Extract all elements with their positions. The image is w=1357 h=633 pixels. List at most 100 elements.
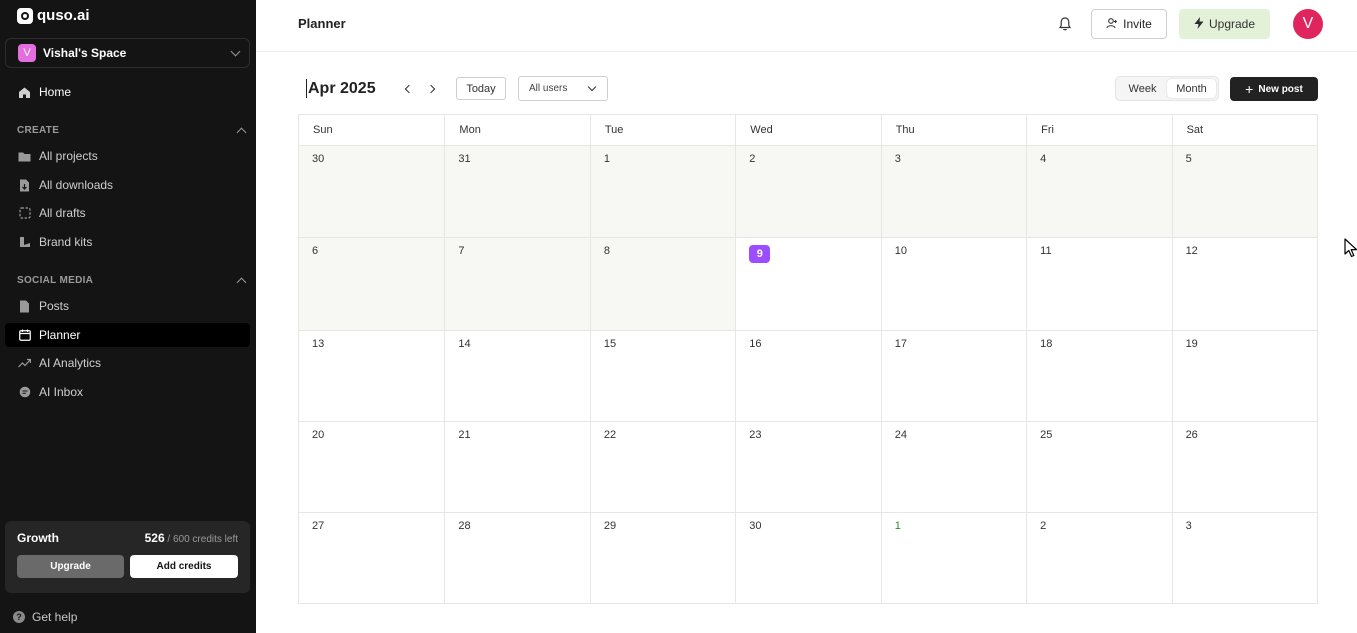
get-help-link[interactable]: ? Get help — [13, 610, 77, 624]
section-create[interactable]: CREATE — [17, 125, 247, 137]
brand-logo[interactable]: quso.ai — [17, 7, 90, 24]
sidebar-item-planner[interactable]: Planner — [5, 323, 250, 347]
day-number: 7 — [458, 245, 465, 257]
day-number: 28 — [458, 520, 471, 532]
weekday-label: Wed — [735, 115, 880, 145]
calendar-day-cell[interactable]: 20 — [299, 422, 444, 512]
calendar-day-cell[interactable]: 7 — [444, 238, 590, 330]
plan-upgrade-button[interactable]: Upgrade — [17, 555, 124, 578]
calendar-day-cell[interactable]: 1 — [880, 513, 1026, 603]
day-number: 18 — [1040, 338, 1053, 350]
calendar-day-cell[interactable]: 19 — [1171, 331, 1317, 421]
chevron-up-icon — [236, 277, 247, 287]
calendar-day-cell[interactable]: 16 — [735, 331, 880, 421]
calendar-day-cell[interactable]: 11 — [1026, 238, 1171, 330]
day-number: 1 — [603, 153, 610, 165]
new-post-button[interactable]: + New post — [1230, 77, 1318, 101]
calendar-day-cell[interactable]: 2 — [735, 146, 881, 237]
prev-month-button[interactable] — [401, 82, 415, 96]
current-month-label: Apr 2025 — [306, 79, 376, 98]
user-avatar[interactable]: V — [1293, 9, 1323, 39]
day-number: 5 — [1185, 153, 1192, 165]
calendar-day-cell[interactable]: 18 — [1026, 331, 1171, 421]
next-month-button[interactable] — [425, 82, 439, 96]
calendar-day-cell[interactable]: 5 — [1171, 146, 1317, 237]
calendar-week-row: 20 21 22 23 24 25 26 — [299, 422, 1317, 513]
chevron-down-icon — [230, 46, 241, 57]
sidebar-item-all-projects[interactable]: All projects — [5, 144, 250, 168]
calendar-day-cell[interactable]: 2 — [1026, 513, 1171, 603]
users-select[interactable]: All users — [518, 76, 608, 101]
calendar-day-cell[interactable]: 12 — [1171, 238, 1317, 330]
day-number: 6 — [312, 245, 319, 257]
section-label: SOCIAL MEDIA — [17, 275, 94, 286]
view-month-option[interactable]: Month — [1167, 79, 1216, 98]
sidebar-item-all-downloads[interactable]: All downloads — [5, 173, 250, 197]
sidebar-item-brand-kits[interactable]: Brand kits — [5, 230, 250, 254]
day-number: 3 — [1185, 520, 1192, 532]
calendar-day-cell[interactable]: 3 — [880, 146, 1027, 237]
calendar-day-cell[interactable]: 21 — [444, 422, 589, 512]
calendar-day-cell[interactable]: 14 — [444, 331, 589, 421]
day-number: 3 — [894, 153, 901, 165]
calendar-day-cell-today[interactable]: 9 — [735, 238, 880, 330]
day-number: 10 — [894, 245, 907, 257]
month-calendar: Sun Mon Tue Wed Thu Fri Sat 30 31 1 2 3 … — [298, 114, 1318, 604]
invite-label: Invite — [1123, 17, 1152, 31]
calendar-day-cell[interactable]: 6 — [299, 238, 445, 330]
calendar-day-cell[interactable]: 15 — [589, 331, 735, 421]
calendar-day-cell[interactable]: 8 — [589, 238, 736, 330]
calendar-day-cell[interactable]: 30 — [735, 513, 880, 603]
day-number: 27 — [312, 520, 325, 532]
sidebar-item-label: Planner — [39, 328, 81, 342]
chevron-up-icon — [236, 127, 247, 137]
day-number: 2 — [749, 153, 756, 165]
calendar-day-cell[interactable]: 24 — [880, 422, 1026, 512]
section-social-media[interactable]: SOCIAL MEDIA — [17, 275, 247, 287]
upgrade-button[interactable]: Upgrade — [1179, 9, 1270, 39]
day-number: 2 — [1040, 520, 1047, 532]
invite-button[interactable]: Invite — [1091, 9, 1167, 39]
calendar-day-cell[interactable]: 23 — [735, 422, 880, 512]
quso-logo-icon — [17, 7, 33, 24]
calendar-day-cell[interactable]: 31 — [444, 146, 590, 237]
add-credits-button[interactable]: Add credits — [130, 555, 238, 578]
weekday-label: Sat — [1171, 115, 1317, 145]
calendar-day-cell[interactable]: 3 — [1171, 513, 1317, 603]
calendar-day-cell[interactable]: 29 — [589, 513, 735, 603]
view-toggle: Week Month — [1115, 76, 1219, 101]
weekday-header-row: Sun Mon Tue Wed Thu Fri Sat — [299, 115, 1317, 146]
calendar-day-cell[interactable]: 13 — [299, 331, 444, 421]
brand-kit-icon — [18, 236, 31, 249]
calendar-day-cell[interactable]: 1 — [589, 146, 736, 237]
sidebar-item-ai-inbox[interactable]: AI Inbox — [5, 380, 250, 404]
folder-icon — [18, 150, 31, 163]
new-post-label: New post — [1258, 83, 1303, 95]
today-day-badge: 9 — [749, 245, 771, 263]
day-number: 29 — [603, 520, 617, 532]
day-number: 22 — [603, 429, 617, 441]
day-number: 8 — [603, 245, 610, 257]
sidebar-item-all-drafts[interactable]: All drafts — [5, 201, 250, 225]
calendar-day-cell[interactable]: 22 — [589, 422, 735, 512]
calendar-day-cell[interactable]: 26 — [1171, 422, 1317, 512]
sidebar-item-home[interactable]: Home — [5, 80, 250, 104]
chat-bubble-icon — [18, 386, 31, 399]
workspace-switcher[interactable]: V Vishal's Space — [5, 38, 250, 68]
calendar-day-cell[interactable]: 17 — [880, 331, 1026, 421]
sidebar-item-ai-analytics[interactable]: AI Analytics — [5, 351, 250, 375]
calendar-day-cell[interactable]: 4 — [1026, 146, 1172, 237]
workspace-avatar: V — [18, 44, 36, 62]
day-number: 31 — [458, 153, 471, 165]
calendar-day-cell[interactable]: 27 — [299, 513, 444, 603]
credits-remaining: 526 — [144, 531, 165, 545]
calendar-day-cell[interactable]: 30 — [299, 146, 445, 237]
calendar-day-cell[interactable]: 25 — [1026, 422, 1171, 512]
bell-icon[interactable] — [1057, 16, 1073, 32]
day-number: 15 — [603, 338, 617, 350]
sidebar-item-posts[interactable]: Posts — [5, 294, 250, 318]
calendar-day-cell[interactable]: 10 — [880, 238, 1026, 330]
view-week-option[interactable]: Week — [1118, 79, 1167, 98]
calendar-day-cell[interactable]: 28 — [444, 513, 589, 603]
today-button[interactable]: Today — [456, 77, 506, 100]
